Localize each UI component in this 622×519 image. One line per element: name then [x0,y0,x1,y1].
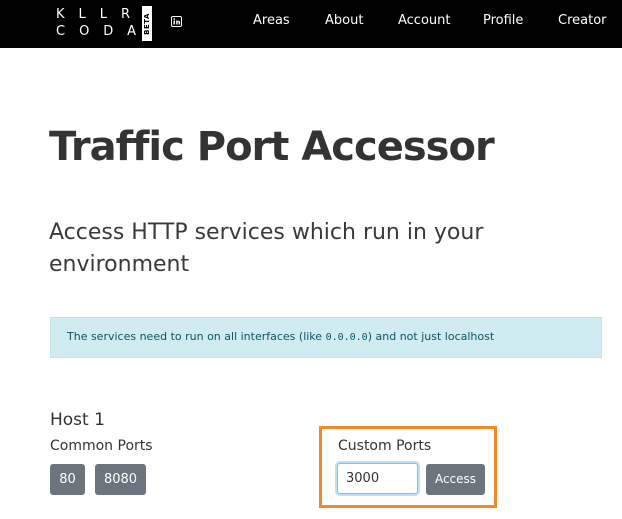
page-title: Traffic Port Accessor [49,124,495,170]
info-text-after: ) and not just localhost [367,330,495,343]
nav-account[interactable]: Account [398,13,451,28]
port-8080-button[interactable]: 8080 [95,464,146,495]
beta-badge-label: BETA [143,13,151,35]
beta-badge: BETA [142,6,152,41]
info-code: 0.0.0.0 [325,332,368,343]
linkedin-icon[interactable] [171,16,182,27]
custom-ports-label: Custom Ports [338,438,432,454]
logo-text-bottom: CODA [56,24,150,39]
page-subtitle: Access HTTP services which run in your e… [49,220,484,277]
info-text-before: The services need to run on all interfac… [67,330,326,343]
nav-profile[interactable]: Profile [483,13,523,28]
port-80-button[interactable]: 80 [50,464,85,495]
nav-creator[interactable]: Creator [558,13,607,28]
top-navbar: KLLR CODA BETA Areas About Account Profi… [0,0,622,48]
nav-about[interactable]: About [325,13,363,28]
nav-areas[interactable]: Areas [253,13,290,28]
common-ports-label: Common Ports [50,438,153,454]
killercoda-logo[interactable]: KLLR CODA BETA [56,5,154,43]
logo-text-top: KLLR [56,7,145,22]
info-alert: The services need to run on all interfac… [50,317,602,358]
custom-port-input[interactable] [337,463,418,494]
host-title: Host 1 [50,410,105,430]
access-button[interactable]: Access [426,464,485,495]
